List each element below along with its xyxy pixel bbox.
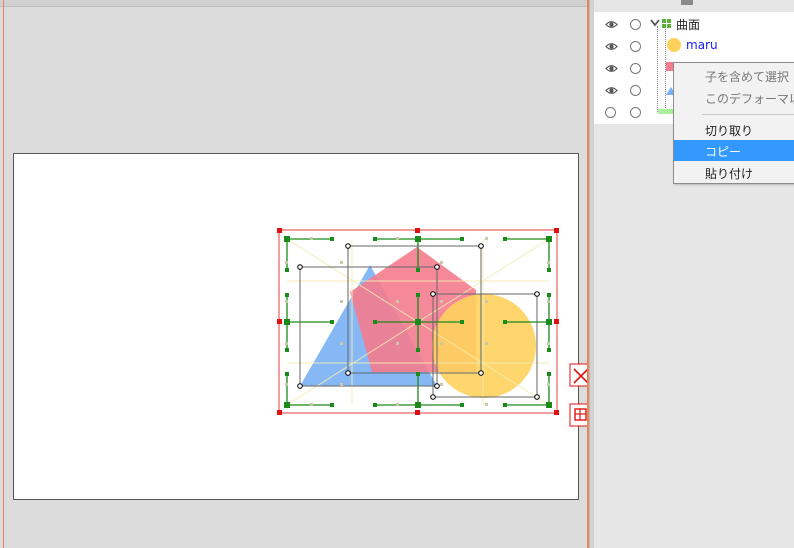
maru-layer-label: maru	[686, 38, 718, 52]
grid-deformer-icon	[662, 19, 671, 28]
context-menu: 子を含めて選択 このデフォーマ以下を 切り取り コピー 貼り付け	[673, 62, 794, 184]
circle-toggle-icon[interactable]	[630, 41, 641, 52]
circle-toggle-icon[interactable]	[605, 107, 616, 118]
menu-item-select-below-deformer[interactable]: このデフォーマ以下を	[674, 87, 794, 108]
eye-icon[interactable]	[605, 18, 618, 31]
eye-icon[interactable]	[605, 84, 618, 97]
circle-toggle-icon[interactable]	[630, 85, 641, 96]
layer-row-maru[interactable]: maru	[594, 35, 794, 57]
eye-icon[interactable]	[605, 40, 618, 53]
chevron-down-icon[interactable]	[649, 17, 661, 29]
circle-toggle-icon[interactable]	[630, 19, 641, 30]
yellow-circle-shape	[432, 294, 536, 398]
menu-item-cut[interactable]: 切り取り	[674, 119, 794, 140]
menu-item-copy[interactable]: コピー	[674, 140, 794, 161]
layer-row-group[interactable]: 曲面	[594, 13, 794, 35]
canvas-area[interactable]	[0, 0, 589, 548]
eye-icon[interactable]	[605, 62, 618, 75]
layer-thumbnail	[667, 38, 681, 52]
menu-item-paste[interactable]: 貼り付け	[674, 162, 794, 183]
circle-toggle-icon[interactable]	[630, 63, 641, 74]
group-layer-label: 曲面	[676, 18, 701, 32]
menu-item-select-with-children[interactable]: 子を含めて選択	[674, 65, 794, 86]
panel-header-icon	[681, 0, 693, 5]
circle-toggle-icon[interactable]	[630, 107, 641, 118]
menu-separator	[702, 114, 794, 115]
deformer-overlay[interactable]	[0, 0, 589, 548]
